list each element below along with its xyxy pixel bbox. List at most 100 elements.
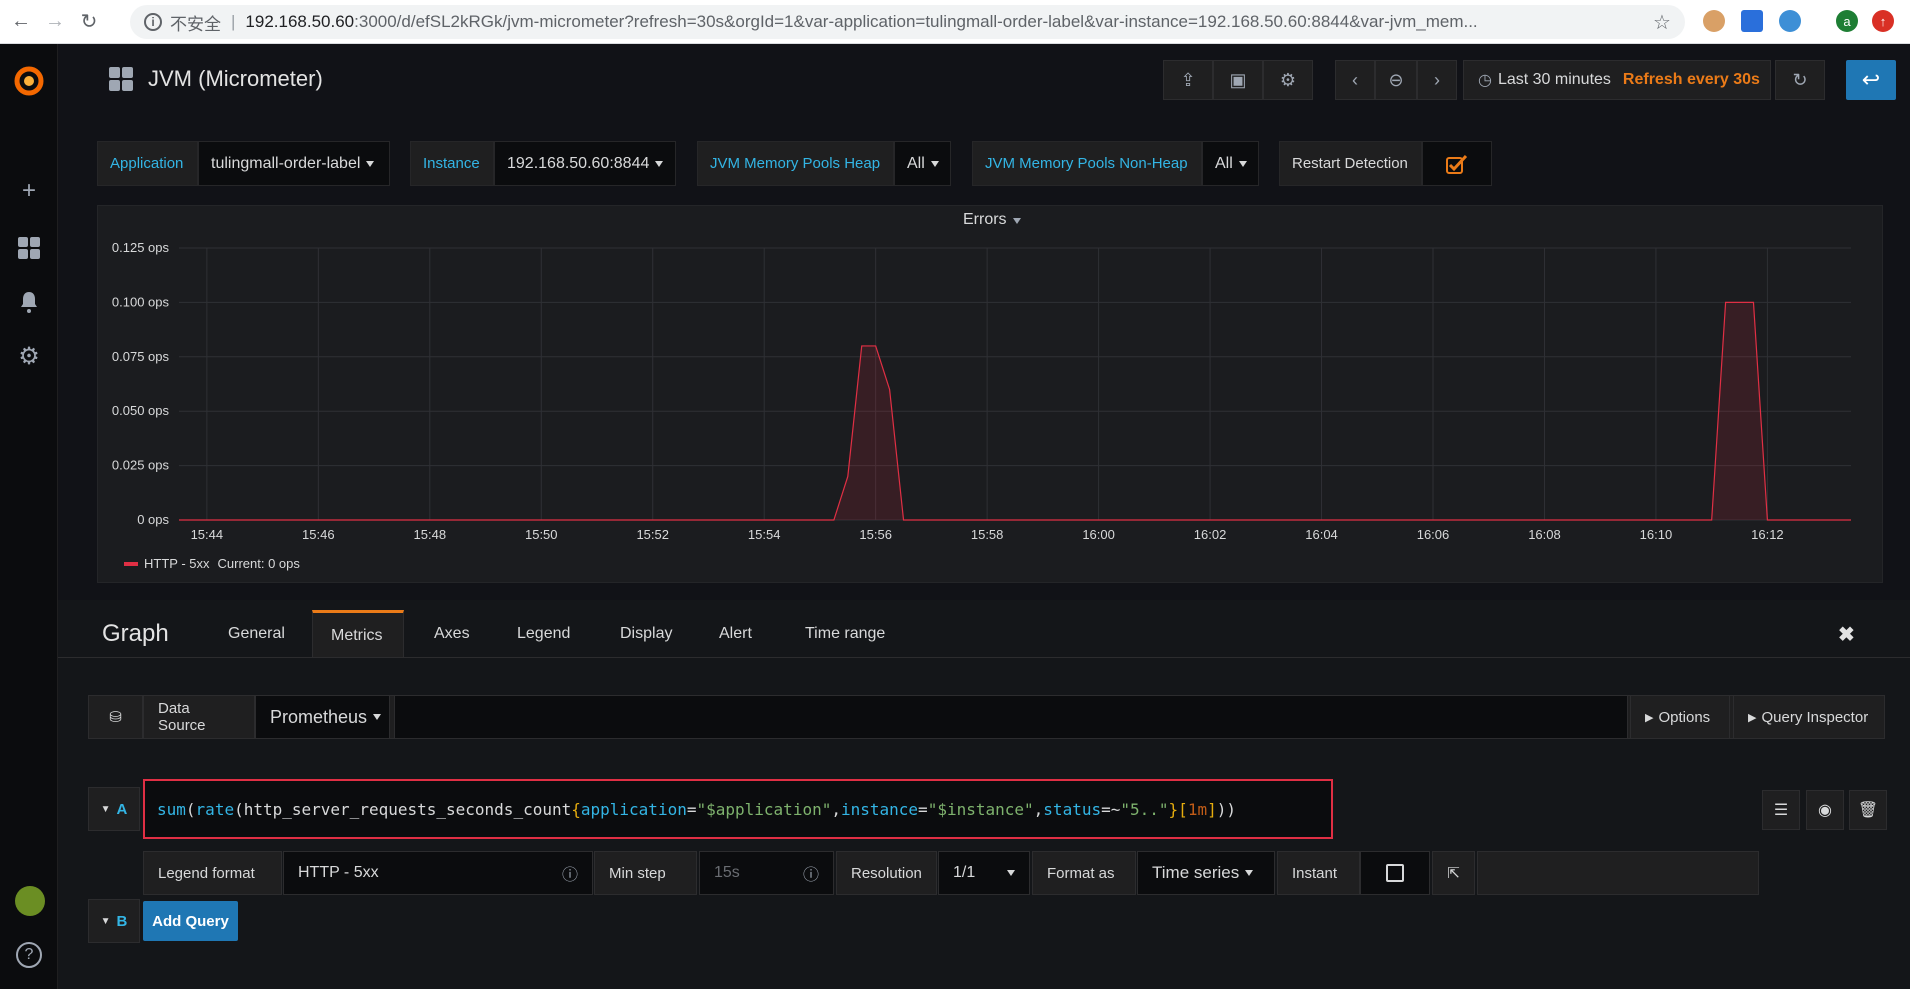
var-label-jvm-heap: JVM Memory Pools Heap: [697, 141, 894, 186]
forward-arrow-icon[interactable]: →: [42, 9, 68, 35]
query-token: =~: [1101, 799, 1121, 819]
var-value-jvm-heap: All: [907, 154, 925, 172]
tab-display[interactable]: Display: [602, 610, 690, 658]
query-b-toggle[interactable]: ▼ B: [88, 899, 140, 943]
user-avatar[interactable]: [15, 886, 45, 916]
query-inspector-label: Query Inspector: [1761, 708, 1869, 726]
format-as-label: Format as: [1032, 851, 1136, 895]
query-a-letter: A: [116, 800, 128, 818]
grafana-logo-icon[interactable]: [12, 64, 46, 98]
update-icon[interactable]: ↑: [1872, 10, 1894, 32]
data-source-picker[interactable]: Prometheus: [255, 695, 390, 739]
query-token: ,: [831, 799, 841, 819]
x-tick-label: 15:56: [859, 527, 892, 542]
back-to-dashboard-icon[interactable]: ↩: [1846, 60, 1896, 100]
back-arrow-icon[interactable]: ←: [8, 9, 34, 35]
resolution-label: Resolution: [836, 851, 937, 895]
query-token: instance: [840, 799, 919, 819]
y-tick-label: 0.050 ops: [112, 403, 170, 418]
query-token: )): [1216, 799, 1236, 819]
hamburger-menu-icon[interactable]: ☰: [1762, 790, 1800, 830]
query-token: sum: [157, 799, 186, 819]
close-editor-icon[interactable]: ✖: [1838, 622, 1855, 647]
tab-time-range[interactable]: Time range: [787, 610, 903, 658]
x-tick-label: 15:46: [302, 527, 335, 542]
var-select-jvm-nonheap[interactable]: All: [1202, 141, 1259, 186]
alerting-bell-icon[interactable]: [17, 290, 41, 314]
configuration-gear-icon[interactable]: ⚙: [17, 343, 41, 370]
profile-avatar[interactable]: a: [1836, 10, 1858, 32]
eye-icon[interactable]: ◉: [1806, 790, 1844, 830]
help-icon[interactable]: ?: [16, 942, 42, 968]
tab-general[interactable]: General: [210, 610, 303, 658]
x-tick-label: 16:12: [1751, 527, 1784, 542]
info-icon[interactable]: ⓘ: [803, 861, 819, 885]
add-query-button[interactable]: Add Query: [143, 901, 238, 941]
tabs-divider: [58, 657, 1910, 658]
var-select-instance[interactable]: 192.168.50.60:8844: [494, 141, 676, 186]
cookie-extension-icon[interactable]: [1703, 10, 1725, 32]
share-icon[interactable]: ⇪: [1163, 60, 1213, 100]
info-icon[interactable]: i: [144, 13, 162, 31]
time-back-icon[interactable]: ‹: [1335, 60, 1375, 100]
dashboard-title[interactable]: JVM (Micrometer): [148, 66, 323, 92]
reload-icon[interactable]: ↻: [76, 9, 102, 35]
plus-icon[interactable]: +: [17, 177, 41, 204]
legend-swatch: [124, 561, 138, 566]
y-tick-label: 0.125 ops: [112, 240, 170, 255]
time-forward-icon[interactable]: ›: [1417, 60, 1457, 100]
query-token: {: [571, 799, 581, 819]
trash-icon[interactable]: 🗑: [1849, 790, 1887, 830]
globe-extension-icon[interactable]: [1779, 10, 1801, 32]
query-token: (: [185, 799, 196, 819]
address-bar[interactable]: i 不安全 | 192.168.50.60:3000/d/efSL2kRGk/j…: [130, 5, 1685, 39]
query-a-toggle[interactable]: ▼ A: [88, 787, 140, 831]
query-token: "5..": [1120, 799, 1169, 819]
zoom-out-icon[interactable]: ⊖: [1375, 60, 1417, 100]
info-icon[interactable]: ⓘ: [562, 861, 578, 885]
format-as-value: Time series: [1152, 863, 1240, 882]
open-query-icon[interactable]: ⇱: [1432, 851, 1475, 895]
pocket-extension-icon[interactable]: [1741, 10, 1763, 32]
legend-format-input[interactable]: HTTP - 5xx ⓘ: [283, 851, 593, 895]
tab-legend[interactable]: Legend: [499, 610, 588, 658]
legend-format-label: Legend format: [143, 851, 282, 895]
caret-down-icon: ▼: [100, 803, 111, 815]
data-source-label: Data Source: [143, 695, 255, 739]
y-tick-label: 0 ops: [137, 512, 169, 527]
caret-down-icon: [655, 160, 664, 167]
promql-query-editor[interactable]: sum(rate(http_server_requests_seconds_co…: [143, 779, 1333, 839]
resolution-select[interactable]: 1/1: [938, 851, 1030, 895]
var-label-instance: Instance: [410, 141, 494, 186]
dashboards-icon[interactable]: [17, 236, 41, 260]
time-picker[interactable]: ◷ Last 30 minutes Refresh every 30s: [1463, 60, 1771, 100]
address-separator: |: [231, 12, 236, 31]
x-tick-label: 15:58: [971, 527, 1004, 542]
tab-axes[interactable]: Axes: [416, 610, 488, 658]
var-label-jvm-nonheap: JVM Memory Pools Non-Heap: [972, 141, 1202, 186]
bookmark-star-icon[interactable]: ☆: [1653, 10, 1671, 35]
query-token: rate: [195, 799, 235, 819]
tab-metrics[interactable]: Metrics: [312, 610, 404, 658]
query-token: "$instance": [927, 799, 1034, 819]
tab-alert[interactable]: Alert: [701, 610, 770, 658]
min-step-input[interactable]: 15s ⓘ: [699, 851, 834, 895]
instant-checkbox[interactable]: [1360, 851, 1430, 895]
caret-right-icon: ▶: [1748, 711, 1757, 724]
refresh-icon[interactable]: ↻: [1775, 60, 1825, 100]
var-select-jvm-heap[interactable]: All: [894, 141, 951, 186]
query-b-letter: B: [116, 912, 128, 930]
chart-legend[interactable]: HTTP - 5xx Current: 0 ops: [124, 556, 300, 571]
min-step-label: Min step: [594, 851, 697, 895]
format-as-select[interactable]: Time series: [1137, 851, 1275, 895]
x-tick-label: 15:48: [414, 527, 447, 542]
options-toggle[interactable]: ▶ Options: [1630, 695, 1730, 739]
refresh-interval-label: Refresh every 30s: [1622, 71, 1760, 88]
query-token: =: [686, 799, 697, 819]
restart-detection-checkbox[interactable]: [1422, 141, 1492, 186]
query-inspector-toggle[interactable]: ▶ Query Inspector: [1733, 695, 1885, 739]
settings-gear-icon[interactable]: ⚙: [1263, 60, 1313, 100]
save-icon[interactable]: ▣: [1213, 60, 1263, 100]
var-select-application[interactable]: tulingmall-order-label: [198, 141, 390, 186]
clock-icon: ◷: [1478, 72, 1492, 89]
